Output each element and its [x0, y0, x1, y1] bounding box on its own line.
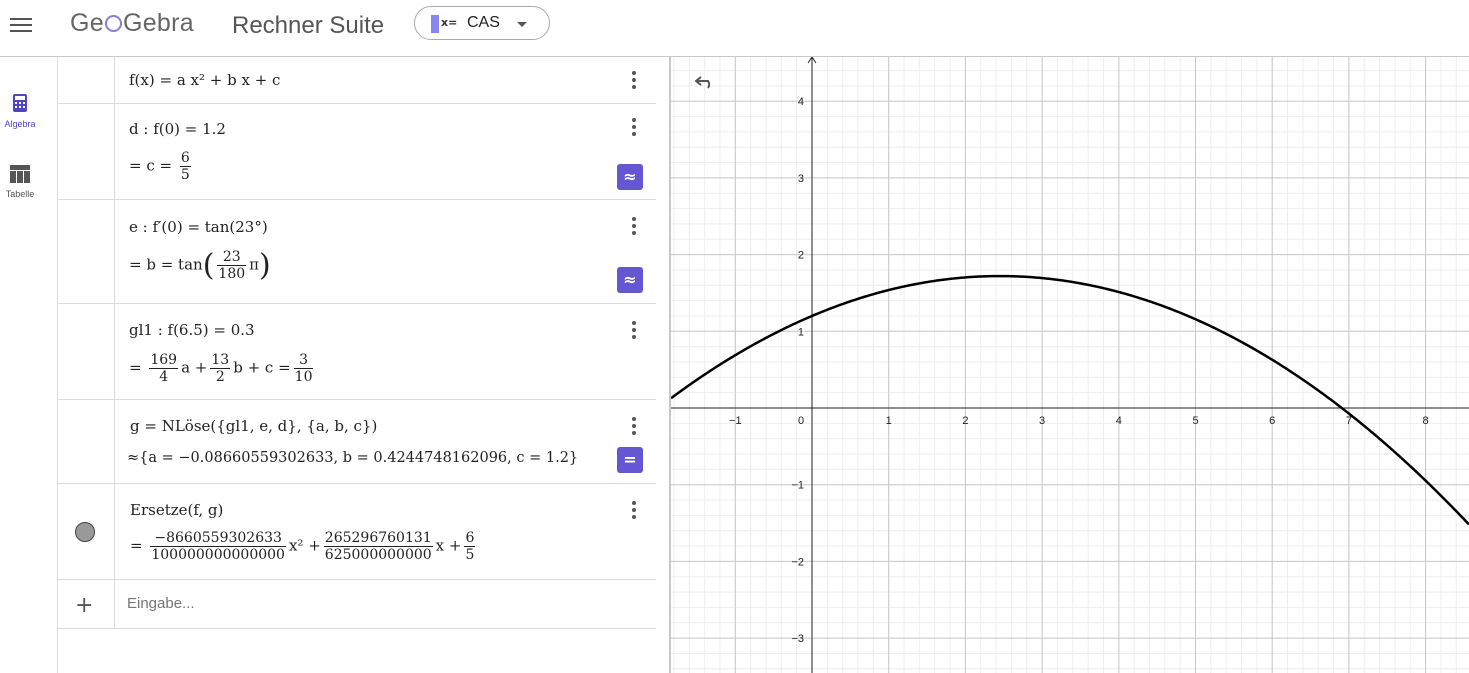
app-header: Ge Gebra Rechner Suite x= CAS — [0, 0, 1469, 57]
y-tick-label: −3 — [791, 633, 804, 645]
nav-algebra-label: Algebra — [4, 119, 36, 129]
graph-canvas[interactable]: −1 0 1 2 3 4 5 6 7 84321−1−2−3 — [671, 57, 1469, 673]
x-tick-label: 8 — [1423, 415, 1429, 427]
numeric-toggle-button[interactable]: ≈ — [617, 164, 643, 190]
y-tick-label: −1 — [791, 480, 804, 492]
row-output: = 169 4 a +13 2 b + c = 3 10 — [129, 352, 314, 385]
x-tick-label: 4 — [1116, 415, 1122, 427]
more-options-icon[interactable] — [632, 321, 636, 342]
row-input[interactable]: e : f′(0) = tan(23°) — [129, 218, 268, 236]
more-options-icon[interactable] — [632, 217, 636, 238]
y-tick-label: 1 — [798, 326, 804, 338]
y-tick-label: 2 — [798, 250, 804, 262]
x-tick-label: 3 — [1039, 415, 1045, 427]
row-input[interactable]: f(x) = a x² + b x + c — [129, 71, 280, 89]
x-tick-label: 5 — [1192, 415, 1198, 427]
app-switcher-label: CAS — [467, 14, 500, 31]
geogebra-logo: Ge Gebra — [70, 9, 194, 37]
row-output: = c = 65 — [129, 150, 191, 183]
row-margin — [58, 304, 115, 399]
undo-icon[interactable] — [695, 73, 717, 89]
x-tick-label: 6 — [1269, 415, 1275, 427]
nav-algebra[interactable]: Algebra — [0, 93, 40, 129]
algebra-view: f(x) = a x² + b x + c d : f(0) = 1.2 = c… — [57, 57, 656, 673]
visibility-toggle[interactable] — [75, 522, 95, 542]
numeric-toggle-button[interactable]: ≈ — [617, 267, 643, 293]
app-switcher-dropdown[interactable]: x= CAS — [414, 6, 550, 40]
row-output: = b = tan(23 180 π) — [129, 248, 271, 283]
x-tick-label: 2 — [962, 415, 968, 427]
suite-title: Rechner Suite — [232, 12, 385, 39]
row-margin — [58, 104, 115, 199]
row-input[interactable]: g = NLöse({gl1, e, d}, {a, b, c}) — [130, 417, 377, 435]
y-tick-label: −2 — [791, 556, 804, 568]
row-margin — [58, 57, 115, 103]
cas-icon — [431, 15, 439, 33]
chevron-down-icon — [517, 22, 527, 27]
row-input[interactable]: d : f(0) = 1.2 — [129, 120, 226, 138]
plus-icon[interactable]: + — [75, 593, 93, 618]
row-output: = −8660559302633 100000000000000 x² +26529… — [130, 530, 476, 563]
symbolic-toggle-button[interactable]: = — [617, 447, 643, 473]
y-tick-label: 3 — [798, 173, 804, 185]
y-tick-label: 4 — [798, 96, 804, 108]
graphics-view[interactable]: −1 0 1 2 3 4 5 6 7 8 4 3 2 1 −1 −2 −3 — [671, 57, 1469, 673]
algebra-row[interactable]: gl1 : f(6.5) = 0.3 = 169 4 a +13 2 b + c = 3 1… — [58, 304, 656, 400]
cas-icon-label: x= — [441, 16, 458, 29]
more-options-icon[interactable] — [632, 71, 636, 92]
algebra-row[interactable]: d : f(0) = 1.2 = c = 65 ≈ — [58, 104, 656, 200]
hamburger-menu-icon[interactable] — [10, 14, 32, 36]
more-options-icon[interactable] — [632, 118, 636, 139]
algebra-row[interactable]: e : f′(0) = tan(23°) = b = tan(23 180 π) ≈ — [58, 200, 656, 304]
row-margin — [58, 400, 115, 483]
table-icon — [10, 165, 30, 183]
row-input[interactable]: Ersetze(f, g) — [130, 501, 223, 519]
algebra-input[interactable] — [125, 594, 629, 613]
nav-table[interactable]: Tabelle — [0, 165, 40, 199]
algebra-row[interactable]: g = NLöse({gl1, e, d}, {a, b, c}) ≈{a = … — [58, 400, 656, 484]
row-output: ≈{a = −0.08660559302633, b = 0.424474816… — [127, 450, 579, 466]
more-options-icon[interactable] — [632, 501, 636, 522]
x-tick-label: −1 — [729, 415, 742, 427]
nav-table-label: Tabelle — [5, 189, 35, 199]
more-options-icon[interactable] — [632, 417, 636, 438]
algebra-row[interactable]: f(x) = a x² + b x + c — [58, 57, 656, 104]
algebra-row[interactable]: Ersetze(f, g) = −8660559302633 1000000000… — [58, 484, 656, 580]
calculator-icon — [13, 94, 27, 112]
row-input[interactable]: gl1 : f(6.5) = 0.3 — [129, 321, 255, 339]
side-navigation: Algebra Tabelle — [0, 57, 40, 673]
row-margin — [58, 200, 115, 303]
x-tick-label: 1 — [886, 415, 892, 427]
x-tick-label: 0 — [798, 415, 804, 427]
input-row[interactable]: + — [58, 580, 656, 629]
